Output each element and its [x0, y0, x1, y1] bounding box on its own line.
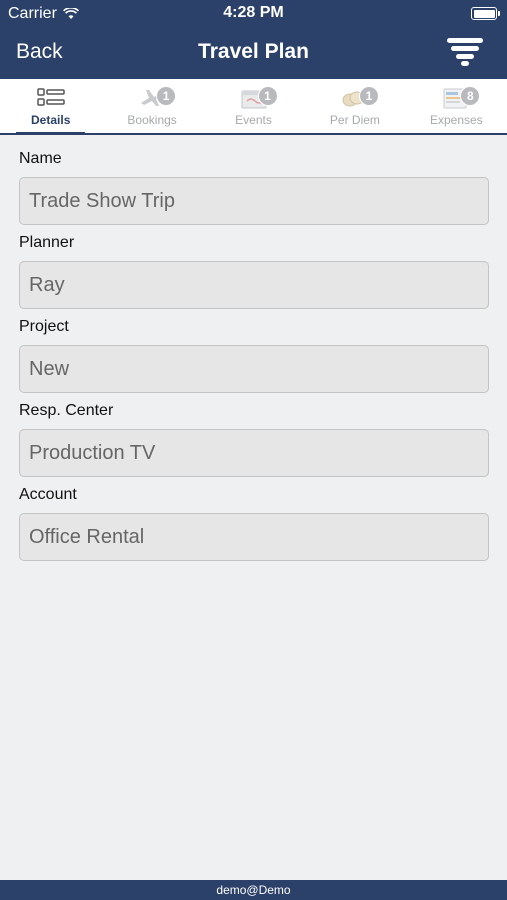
per-diem-badge: 1 — [358, 86, 379, 106]
travel-plan-details-form: Name Trade Show Trip Planner Ray Project… — [19, 148, 489, 568]
tab-label: Details — [31, 113, 71, 127]
tab-label: Expenses — [429, 113, 483, 127]
tab-events[interactable]: 1 Events — [203, 79, 304, 133]
tab-details[interactable]: Details — [0, 79, 101, 135]
account-field[interactable]: Office Rental — [19, 513, 489, 561]
tab-label: Bookings — [127, 113, 177, 127]
navigation-header: Carrier 4:28 PM Back Travel Plan — [0, 0, 507, 79]
section-tab-bar: Details 1 Bookings 1 Events 1 Per Diem 8… — [0, 79, 507, 135]
tab-expenses[interactable]: 8 Expenses — [406, 79, 507, 133]
expenses-badge: 8 — [460, 86, 481, 106]
status-time: 4:28 PM — [223, 4, 284, 21]
project-label: Project — [19, 318, 69, 335]
resp-center-label: Resp. Center — [19, 402, 114, 419]
resp-center-field[interactable]: Production TV — [19, 429, 489, 477]
tab-label: Events — [235, 113, 272, 127]
name-label: Name — [19, 150, 62, 167]
details-list-icon — [36, 88, 65, 106]
funnel-filter-icon — [447, 38, 483, 66]
events-badge: 1 — [257, 86, 278, 106]
tab-per-diem[interactable]: 1 Per Diem — [304, 79, 405, 133]
tab-bookings[interactable]: 1 Bookings — [101, 79, 202, 133]
name-field[interactable]: Trade Show Trip — [19, 177, 489, 225]
filter-button[interactable] — [445, 36, 485, 68]
project-field[interactable]: New — [19, 345, 489, 393]
tab-label: Per Diem — [329, 113, 380, 127]
footer-user-bar: demo@Demo — [0, 880, 507, 900]
page-title: Travel Plan — [198, 40, 309, 63]
planner-label: Planner — [19, 234, 75, 251]
battery-icon — [471, 7, 500, 20]
bookings-badge: 1 — [156, 86, 177, 106]
planner-field[interactable]: Ray — [19, 261, 489, 309]
footer-user: demo@Demo — [216, 883, 291, 897]
account-label: Account — [19, 486, 77, 503]
